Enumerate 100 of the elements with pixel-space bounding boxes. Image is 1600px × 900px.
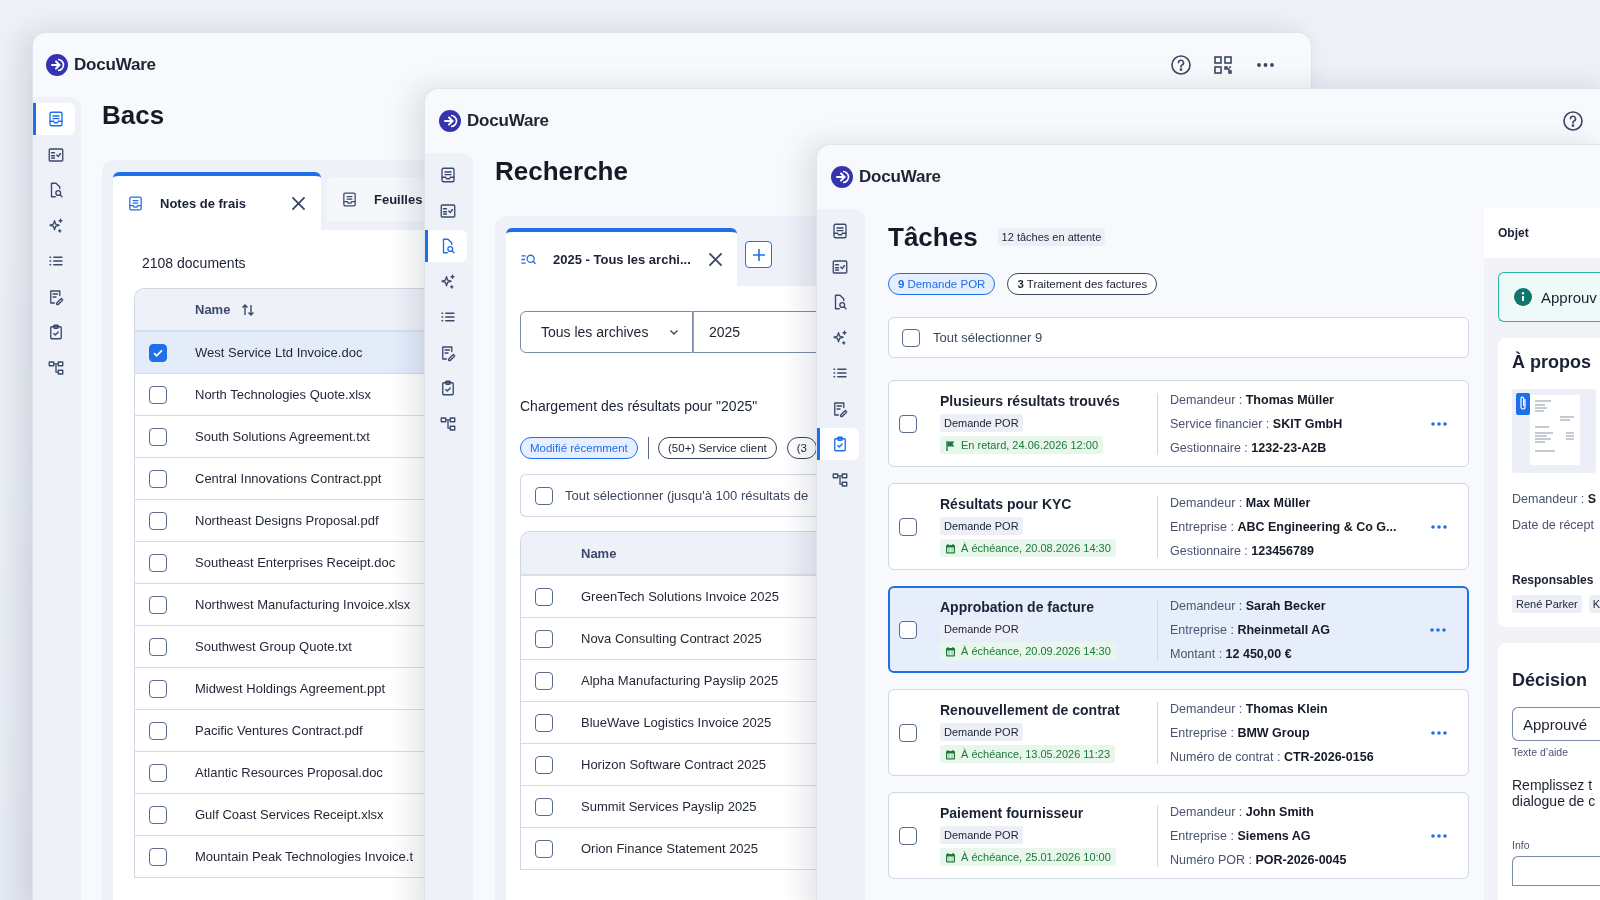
qr-code-icon	[1212, 54, 1234, 76]
checkbox[interactable]	[149, 343, 167, 362]
page-title: Recherche	[495, 155, 629, 188]
checkbox[interactable]	[149, 805, 167, 824]
task-card[interactable]: Résultats pour KYC Demande POR À échéance, 20.08.2026 14:30 Demandeur : Max Müller Entreprise : ABC Engineering & Co G... Gestionnaire : 123456789	[888, 483, 1469, 570]
checkbox[interactable]	[149, 763, 167, 782]
checkbox[interactable]	[149, 427, 167, 446]
checkbox[interactable]	[149, 847, 167, 866]
add-tab-button[interactable]	[745, 241, 772, 268]
select-all-label: Tout sélectionner 9	[933, 330, 1043, 345]
file-name-cell[interactable]: Orion Finance Statement 2025	[581, 841, 759, 856]
checkbox[interactable]	[535, 629, 553, 648]
checkbox[interactable]	[149, 511, 167, 530]
info-field[interactable]	[1512, 856, 1600, 886]
task-card[interactable]: Paiement fournisseur Demande POR À échéance, 25.01.2026 10:00 Demandeur : John Smith Entreprise : Siemens AG Numéro POR : POR-2026-0045	[888, 792, 1469, 879]
task-type-tag: Demande POR	[940, 723, 1023, 741]
file-name-cell[interactable]: Gulf Coast Services Receipt.xlsx	[195, 807, 384, 822]
task-title: Renouvellement de contrat	[940, 702, 1120, 718]
filter-chip[interactable]: 9 Demande POR	[888, 273, 996, 295]
checkbox[interactable]	[535, 797, 553, 816]
file-name-cell[interactable]: Summit Services Payslip 2025	[581, 799, 757, 814]
task-type-tag: Demande POR	[940, 517, 1023, 535]
file-name-cell[interactable]: GreenTech Solutions Invoice 2025	[581, 589, 779, 604]
file-name-cell[interactable]: Atlantic Resources Proposal.doc	[195, 765, 383, 780]
calendar-icon	[945, 851, 956, 863]
logo-icon	[46, 54, 68, 76]
task-card[interactable]: Renouvellement de contrat Demande POR À échéance, 13.05.2026 11:23 Demandeur : Thomas Klein Entreprise : BMW Group Numéro de contrat : CTR-2026-0156	[888, 689, 1469, 776]
filter-chip[interactable]: (3	[786, 437, 817, 459]
checkbox[interactable]	[535, 486, 553, 505]
sidebar-item[interactable]	[425, 230, 467, 262]
column-header[interactable]: Name	[195, 302, 231, 317]
archive-dropdown[interactable]: Tous les archives	[520, 311, 693, 353]
workflow-icon	[46, 358, 65, 377]
task-card[interactable]: Approbation de facture Demande POR À échéance, 20.09.2026 14:30 Demandeur : Sarah Becker Entreprise : Rheinmetall AG Montant : 12 450,00 €	[888, 586, 1469, 673]
checkbox[interactable]	[149, 469, 167, 488]
task-title: Plusieurs résultats trouvés	[940, 393, 1120, 409]
file-name-cell[interactable]: Horizon Software Contract 2025	[581, 757, 766, 772]
filter-chip[interactable]: (50+) Service client	[658, 437, 777, 459]
document-count: 2108 documents	[141, 254, 247, 272]
brand-name: DocuWare	[859, 167, 941, 187]
close-icon[interactable]	[706, 250, 724, 268]
tab[interactable]: Feuilles	[327, 177, 424, 221]
close-icon[interactable]	[290, 194, 307, 212]
document-drawing	[1530, 395, 1580, 465]
checkbox[interactable]	[149, 553, 167, 572]
checkbox[interactable]	[149, 385, 167, 404]
tab[interactable]: Notes de frais	[113, 172, 321, 230]
file-name-cell[interactable]: BlueWave Logistics Invoice 2025	[581, 715, 772, 730]
due-date-badge: À échéance, 20.08.2026 14:30	[940, 539, 1116, 557]
checkbox[interactable]	[535, 713, 553, 732]
file-name-cell[interactable]: Nova Consulting Contract 2025	[581, 631, 762, 646]
file-name-cell[interactable]: Mountain Peak Technologies Invoice.t	[195, 849, 413, 864]
file-name-cell[interactable]: Southeast Enterprises Receipt.doc	[195, 555, 396, 570]
section-label: Responsables	[1512, 573, 1595, 587]
checklist-icon	[830, 257, 849, 276]
file-name-cell[interactable]: Northwest Manufacturing Invoice.xlsx	[195, 597, 411, 612]
task-field: Service financier : SKIT GmbH	[1170, 414, 1430, 433]
sidebar-item[interactable]	[33, 103, 75, 135]
help-button[interactable]	[1562, 110, 1584, 132]
filter-chip[interactable]: Modifié récemment	[520, 437, 638, 459]
checkbox[interactable]	[535, 671, 553, 690]
checkbox[interactable]	[535, 755, 553, 774]
instruction-text: Remplissez t dialogue de c	[1512, 777, 1597, 809]
tab[interactable]: Objet	[1498, 226, 1529, 240]
due-date-badge: En retard, 24.06.2026 12:00	[940, 436, 1103, 454]
tab[interactable]: 2025 - Tous les archi...	[506, 228, 737, 286]
document-thumbnail[interactable]	[1512, 389, 1596, 473]
decision-dropdown[interactable]: Approuvé	[1512, 707, 1600, 741]
checkbox[interactable]	[149, 637, 167, 656]
search-field[interactable]: 2025	[693, 311, 817, 353]
task-field: Demandeur : Thomas Klein	[1170, 699, 1430, 718]
file-name-cell[interactable]: Midwest Holdings Agreement.ppt	[195, 681, 386, 696]
checkbox[interactable]	[149, 595, 167, 614]
file-name-cell[interactable]: North Technologies Quote.xlsx	[195, 387, 372, 402]
filter-chip[interactable]: 3 Traitement des factures	[1007, 273, 1158, 295]
checkbox[interactable]	[899, 517, 917, 536]
task-card[interactable]: Plusieurs résultats trouvés Demande POR En retard, 24.06.2026 12:00 Demandeur : Thomas Müller Service financier : SKIT GmbH Gestionnaire : 1232-23-A2B	[888, 380, 1469, 467]
checkbox[interactable]	[899, 723, 917, 742]
checkbox[interactable]	[899, 620, 917, 639]
checkbox[interactable]	[899, 826, 917, 845]
checkbox[interactable]	[535, 839, 553, 858]
checkbox[interactable]	[149, 721, 167, 740]
checkbox[interactable]	[535, 587, 553, 606]
file-name-cell[interactable]: Pacific Ventures Contract.pdf	[195, 723, 363, 738]
file-name-cell[interactable]: Central Innovations Contract.ppt	[195, 471, 382, 486]
task-type-tag: Demande POR	[940, 414, 1023, 432]
file-name-cell[interactable]: Southwest Group Quote.txt	[195, 639, 352, 654]
qr-code-button[interactable]	[1212, 54, 1234, 76]
checkbox[interactable]	[899, 414, 917, 433]
task-field: Entreprise : BMW Group	[1170, 723, 1430, 742]
detail-field: Date de récept	[1512, 517, 1600, 533]
column-header[interactable]: Name	[581, 545, 617, 561]
file-name-cell[interactable]: Northeast Designs Proposal.pdf	[195, 513, 379, 528]
file-name-cell[interactable]: Alpha Manufacturing Payslip 2025	[581, 673, 779, 688]
file-name-cell[interactable]: South Solutions Agreement.txt	[195, 429, 370, 444]
status-message: Chargement des résultats pour "2025"	[520, 397, 759, 415]
checkbox[interactable]	[149, 679, 167, 698]
sidebar-item[interactable]	[817, 428, 859, 460]
help-button[interactable]	[1170, 54, 1192, 76]
checkbox[interactable]	[902, 328, 920, 347]
